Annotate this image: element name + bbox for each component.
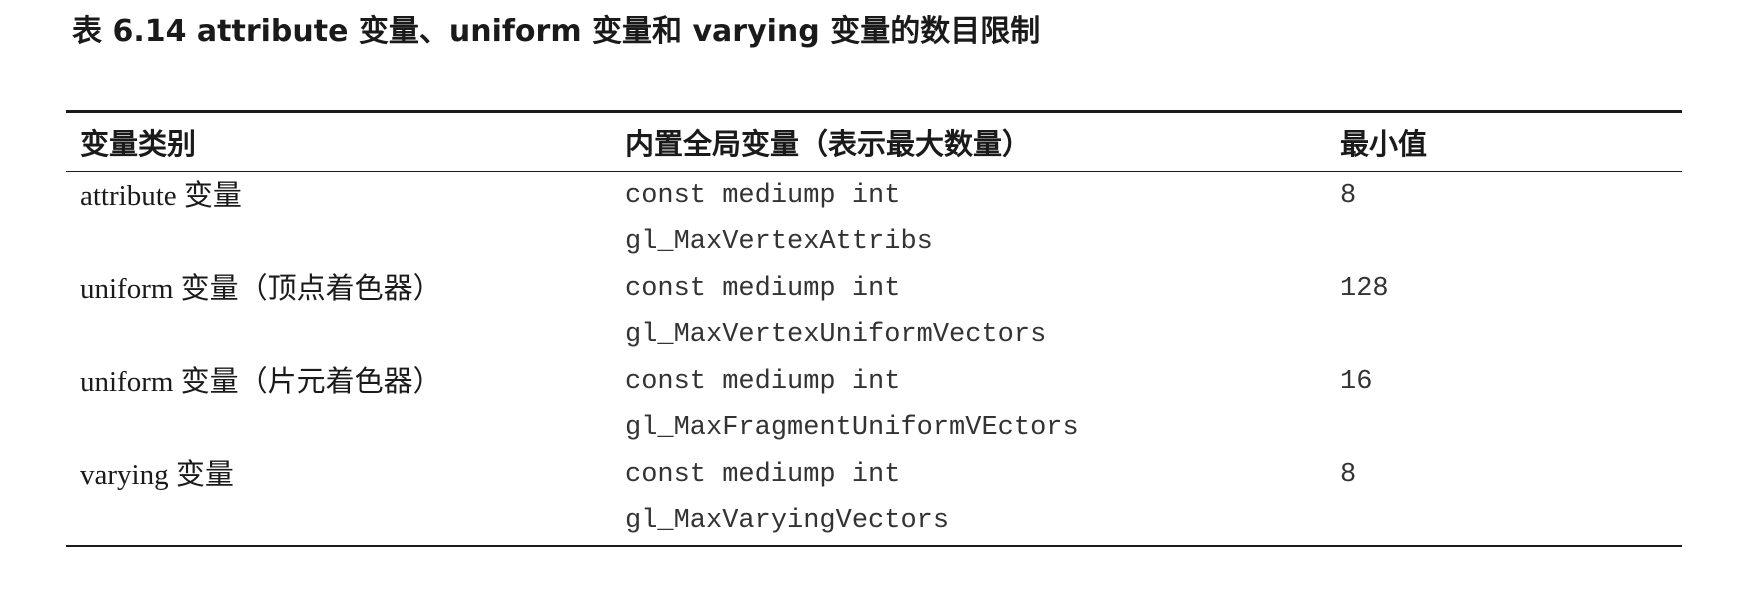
row-category: uniform 变量（片元着色器） [80,366,442,398]
row-builtin-variable: const mediump int gl_MaxVaryingVectors [611,452,1326,544]
table-bottom-rule [66,545,1682,547]
row-min-value: 16 [1340,367,1373,397]
limits-table: 变量类别 内置全局变量（表示最大数量） 最小值 attribute 变量 con… [66,110,1682,547]
table-row: attribute 变量 const mediump int gl_MaxVer… [66,173,1682,266]
row-min-value: 128 [1340,274,1389,304]
builtin-type: const mediump int [625,460,901,490]
table-header-row: 变量类别 内置全局变量（表示最大数量） 最小值 [66,113,1682,171]
builtin-name: gl_MaxVaryingVectors [625,506,950,536]
row-min-value: 8 [1340,181,1357,211]
header-builtin-variable: 内置全局变量（表示最大数量） [625,127,1032,161]
row-category: varying 变量 [80,459,234,491]
builtin-type: const mediump int [625,274,901,304]
row-category: uniform 变量（顶点着色器） [80,273,442,305]
builtin-type: const mediump int [625,367,901,397]
table-row: uniform 变量（片元着色器） const mediump int gl_M… [66,359,1682,452]
table-body: attribute 变量 const mediump int gl_MaxVer… [66,172,1682,545]
builtin-name: gl_MaxVertexAttribs [625,227,933,257]
row-min-value: 8 [1340,460,1357,490]
row-builtin-variable: const mediump int gl_MaxVertexUniformVec… [611,266,1326,358]
builtin-name: gl_MaxVertexUniformVectors [625,320,1047,350]
table-row: varying 变量 const mediump int gl_MaxVaryi… [66,452,1682,545]
header-category: 变量类别 [80,127,197,161]
builtin-name: gl_MaxFragmentUniformVEctors [625,413,1079,443]
builtin-type: const mediump int [625,181,901,211]
header-min-value: 最小值 [1340,127,1428,161]
row-builtin-variable: const mediump int gl_MaxVertexAttribs [611,173,1326,265]
table-row: uniform 变量（顶点着色器） const mediump int gl_M… [66,266,1682,359]
row-category: attribute 变量 [80,180,242,212]
row-builtin-variable: const mediump int gl_MaxFragmentUniformV… [611,359,1326,451]
table-caption: 表 6.14 attribute 变量、uniform 变量和 varying … [72,14,1041,49]
